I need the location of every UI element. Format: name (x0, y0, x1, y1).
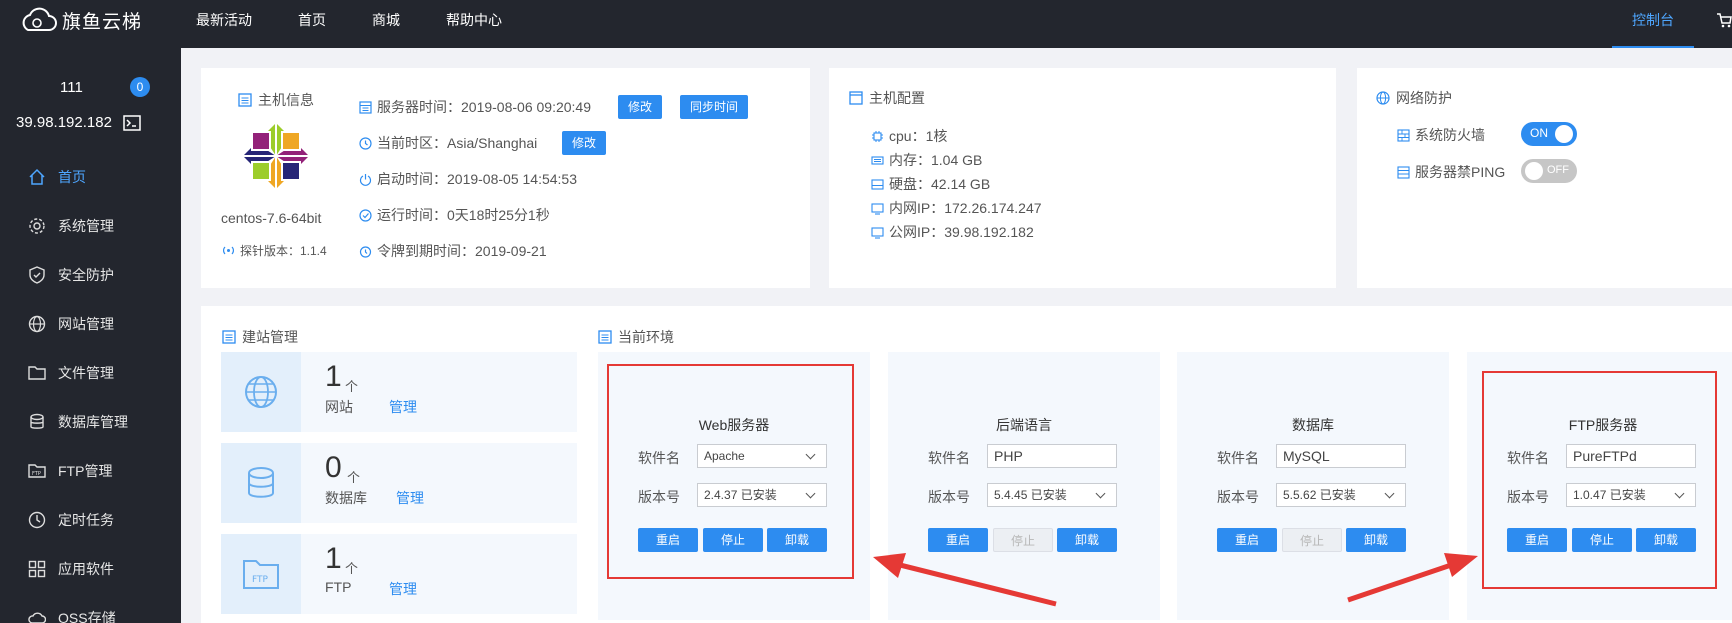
arrow-to-ftp-server (1347, 559, 1461, 603)
arrow-head-ftp-server (1444, 553, 1478, 577)
arrow-head-web-server (873, 553, 906, 578)
arrow-to-web-server (887, 559, 1057, 607)
annotation-arrows (873, 553, 1478, 607)
